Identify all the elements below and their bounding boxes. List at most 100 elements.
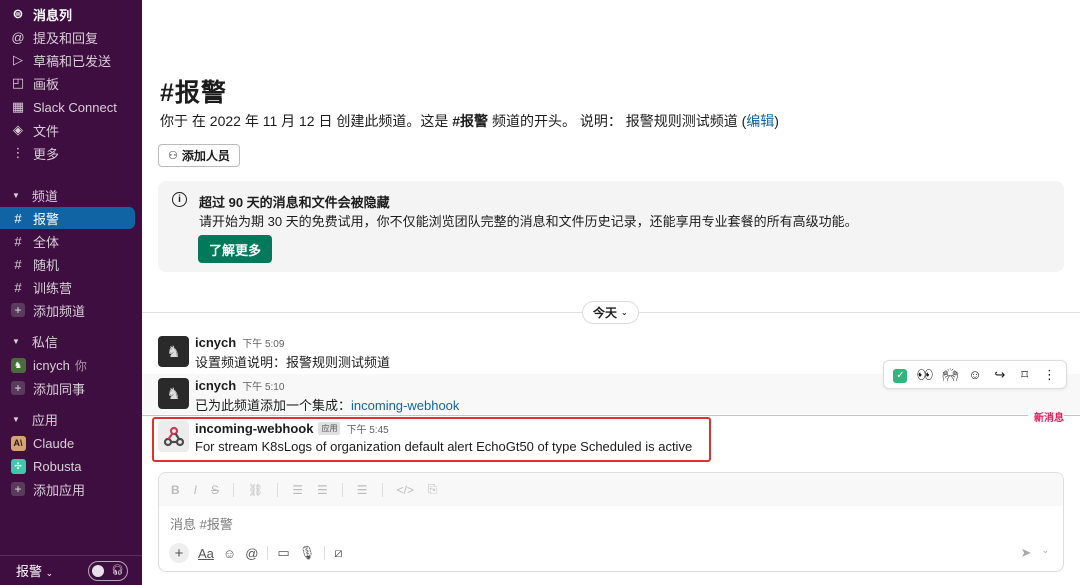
sidebar-item-label: 更多 bbox=[33, 146, 60, 162]
integration-link[interactable]: incoming-webhook bbox=[351, 398, 459, 413]
more-actions-button[interactable]: ⋮ bbox=[1038, 367, 1060, 383]
channels-section-header[interactable]: ▼ 频道 bbox=[0, 184, 142, 206]
history-limit-notice: i 超过 90 天的消息和文件会被隐藏 请开始为期 30 天的免费试用，你不仅能… bbox=[158, 181, 1064, 272]
sidebar-item-mentions[interactable]: @ 提及和回复 bbox=[0, 26, 142, 48]
edit-description-link[interactable]: 编辑 bbox=[746, 113, 774, 129]
sidebar-item-label: 报警 bbox=[33, 211, 60, 227]
more-vertical-icon: ⋮ bbox=[11, 145, 25, 160]
sidebar-channel-random[interactable]: # 随机 bbox=[0, 253, 142, 275]
sidebar-item-label: 草稿和已发送 bbox=[33, 53, 112, 69]
layers-icon: ◈ bbox=[13, 122, 23, 137]
sidebar-item-label: 提及和回复 bbox=[33, 30, 99, 46]
link-icon[interactable]: ⛓ bbox=[248, 483, 263, 497]
avatar[interactable]: ♞ bbox=[158, 336, 189, 367]
learn-more-button[interactable]: 了解更多 bbox=[198, 235, 273, 263]
code-icon[interactable]: </> bbox=[397, 483, 414, 497]
microphone-icon[interactable]: 🎙︎ bbox=[299, 545, 316, 561]
sidebar-item-label: 文件 bbox=[33, 123, 60, 139]
bullet-list-icon[interactable]: ☰ bbox=[317, 483, 328, 497]
toggle-knob bbox=[92, 564, 104, 577]
text-format-icon[interactable]: Aa bbox=[198, 546, 214, 561]
notice-body: 请开始为期 30 天的免费试用，你不仅能浏览团队完整的消息和文件历史记录，还能享… bbox=[199, 214, 858, 229]
info-icon: i bbox=[172, 192, 187, 207]
bookmark-button[interactable]: ⌑ bbox=[1014, 367, 1036, 383]
add-reaction-button[interactable]: ☺ bbox=[964, 367, 986, 382]
sidebar-item-label: 随机 bbox=[33, 257, 60, 273]
slash-command-icon[interactable]: ⧄ bbox=[334, 545, 342, 561]
message-composer: B I S ⛓ ☰ ☰ ☰ </> ⎘ 消息 #报警 + Aa ☺ @ ▭ 🎙︎… bbox=[158, 472, 1064, 572]
page-title: #报警 bbox=[160, 79, 227, 107]
attach-button[interactable]: + bbox=[169, 543, 189, 563]
caret-down-icon: ▼ bbox=[12, 336, 20, 346]
message-input[interactable]: 消息 #报警 bbox=[170, 514, 233, 533]
sidebar-item-label: Slack Connect bbox=[33, 99, 117, 115]
check-icon: ✓ bbox=[893, 369, 908, 383]
add-person-icon: ⚇ bbox=[168, 150, 178, 162]
sidebar-item-label: 消息列 bbox=[33, 7, 73, 23]
sidebar-item-slack-connect[interactable]: ▦ Slack Connect bbox=[0, 96, 142, 118]
bold-icon[interactable]: B bbox=[171, 483, 180, 497]
send-icon[interactable]: ➤ bbox=[1021, 545, 1032, 561]
channel-mention[interactable]: #报警 bbox=[452, 113, 488, 129]
sidebar-item-threads[interactable]: ⊜ 消息列 bbox=[0, 3, 142, 25]
plus-icon: + bbox=[11, 303, 25, 317]
sidebar-item-drafts[interactable]: ▷ 草稿和已发送 bbox=[0, 49, 142, 71]
sidebar-footer: 报警 ⌄ 🎧︎ bbox=[0, 555, 142, 585]
divider bbox=[233, 482, 235, 497]
workspace-switcher[interactable]: 报警 ⌄ bbox=[16, 561, 53, 580]
strikethrough-icon[interactable]: S bbox=[211, 483, 219, 497]
sidebar-item-label: Robusta bbox=[33, 458, 82, 474]
sidebar-item-more[interactable]: ⋮ 更多 bbox=[0, 142, 142, 164]
sidebar-add-channel[interactable]: + 添加频道 bbox=[0, 299, 142, 321]
raised-hands-reaction-button[interactable]: 🙌︎ bbox=[939, 367, 961, 383]
apps-section-header[interactable]: ▼ 应用 bbox=[0, 408, 142, 430]
at-icon: @ bbox=[11, 29, 25, 45]
formatting-toolbar: B I S ⛓ ☰ ☰ ☰ </> ⎘ bbox=[159, 473, 1063, 506]
date-divider-button[interactable]: 今天 ⌄ bbox=[582, 301, 639, 324]
sidebar-channel-alert[interactable]: # 报警 bbox=[0, 207, 135, 229]
message-timestamp[interactable]: 下午 5:09 bbox=[242, 339, 284, 350]
mention-icon[interactable]: @ bbox=[245, 546, 258, 561]
sidebar-add-colleague[interactable]: + 添加同事 bbox=[0, 377, 142, 399]
message-author[interactable]: icnych bbox=[195, 378, 236, 393]
sidebar-channel-all[interactable]: # 全体 bbox=[0, 230, 142, 252]
sidebar-add-app[interactable]: + 添加应用 bbox=[0, 478, 142, 500]
avatar[interactable]: ♞ bbox=[158, 378, 189, 409]
eyes-reaction-button[interactable]: 👀︎ bbox=[914, 367, 936, 383]
dms-section-header[interactable]: ▼ 私信 bbox=[0, 330, 142, 352]
huddle-toggle[interactable]: 🎧︎ bbox=[88, 560, 128, 581]
ordered-list-icon[interactable]: ☰ bbox=[292, 483, 303, 497]
sidebar-item-label: 全体 bbox=[33, 234, 60, 250]
plus-icon: + bbox=[11, 381, 25, 395]
sidebar-item-label: 添加同事 bbox=[33, 381, 86, 397]
emoji-icon[interactable]: ☺ bbox=[223, 546, 236, 561]
caret-down-icon: ▼ bbox=[12, 414, 20, 424]
sidebar-item-canvas[interactable]: ◰ 画板 bbox=[0, 72, 142, 94]
chevron-down-icon[interactable]: ⌄ bbox=[1041, 545, 1049, 561]
message-author[interactable]: icnych bbox=[195, 335, 236, 350]
caret-down-icon: ▼ bbox=[12, 190, 20, 200]
blockquote-icon[interactable]: ☰ bbox=[357, 483, 368, 497]
divider bbox=[324, 546, 326, 560]
sidebar-dm-icnych[interactable]: ♞ icnych 你 bbox=[0, 354, 142, 376]
channel-intro: 你于 在 2022 年 11 月 12 日 创建此频道。这是 #报警 频道的开头… bbox=[160, 113, 779, 129]
video-icon[interactable]: ▭ bbox=[277, 545, 289, 561]
sidebar-item-files[interactable]: ◈ 文件 bbox=[0, 119, 142, 141]
share-button[interactable]: ↪ bbox=[989, 367, 1011, 383]
divider bbox=[267, 546, 269, 560]
chevron-down-icon: ⌄ bbox=[45, 568, 54, 578]
composer-actions: + Aa ☺ @ ▭ 🎙︎ ⧄ bbox=[169, 543, 342, 563]
message-timestamp[interactable]: 下午 5:10 bbox=[242, 382, 284, 393]
sidebar: ⊜ 消息列 @ 提及和回复 ▷ 草稿和已发送 ◰ 画板 ▦ Slack Connect ◈… bbox=[0, 0, 142, 585]
code-block-icon[interactable]: ⎘ bbox=[428, 482, 438, 497]
add-member-button[interactable]: ⚇ 添加人员 bbox=[158, 144, 240, 167]
italic-icon[interactable]: I bbox=[194, 483, 197, 497]
sidebar-item-label: Claude bbox=[33, 435, 75, 451]
checkmark-reaction-button[interactable]: ✓ bbox=[889, 366, 911, 383]
divider bbox=[341, 482, 343, 497]
building-icon: ▦ bbox=[11, 99, 25, 114]
sidebar-app-claude[interactable]: A\ Claude bbox=[0, 432, 142, 454]
hash-icon: # bbox=[14, 279, 22, 295]
sidebar-channel-bootcamp[interactable]: # 训练营 bbox=[0, 276, 142, 298]
sidebar-app-robusta[interactable]: ✣ Robusta bbox=[0, 455, 142, 477]
